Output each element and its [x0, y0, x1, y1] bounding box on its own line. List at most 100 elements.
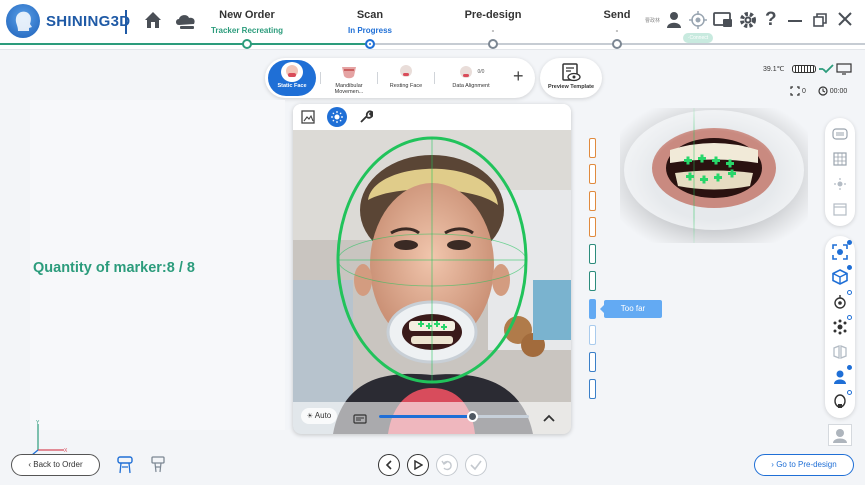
- tracker-tool-icon[interactable]: [830, 290, 852, 312]
- wrench-icon[interactable]: [359, 110, 374, 129]
- mode-label: Static Face: [277, 83, 307, 89]
- tracker-connection-pill: ·Connect: [683, 33, 713, 43]
- logo-head-icon: [6, 4, 40, 38]
- distance-bar: [589, 325, 596, 345]
- minimize-icon[interactable]: [788, 20, 802, 22]
- brightness-icon[interactable]: [327, 107, 347, 127]
- resting-face-icon: [395, 62, 417, 82]
- head-scan-icon[interactable]: [830, 390, 852, 412]
- distance-bar: [589, 164, 596, 184]
- home-icon[interactable]: [143, 11, 163, 34]
- step-dot-new-order[interactable]: [242, 39, 252, 49]
- scanner-icon[interactable]: [115, 455, 135, 480]
- step-dot-send[interactable]: [612, 39, 622, 49]
- status-temperature-row: 39.1℃: [763, 63, 852, 75]
- sun-icon: ☀: [306, 413, 314, 420]
- scan-mode-toolbar: Static Face Mandibular Movemen... Restin…: [265, 58, 535, 98]
- screen-record-icon[interactable]: [713, 11, 733, 34]
- frame-count-icon: [790, 86, 800, 96]
- mode-separator: [434, 72, 435, 84]
- close-icon[interactable]: [838, 12, 852, 31]
- capture-frame-icon[interactable]: [830, 240, 852, 262]
- monitor-icon: [836, 63, 852, 75]
- mirror-icon[interactable]: [830, 342, 850, 362]
- step-dot-predesign[interactable]: [488, 39, 498, 49]
- alignment-count: 0/0: [477, 69, 485, 75]
- settings-icon[interactable]: [739, 11, 757, 34]
- intraoral-view-icon[interactable]: [830, 124, 850, 144]
- marker-point-icon[interactable]: [830, 315, 852, 337]
- lighting-icon[interactable]: [830, 174, 850, 194]
- mode-mandibular-movement[interactable]: Mandibular Movemen...: [325, 60, 373, 96]
- scan-tool-column: [825, 236, 855, 418]
- calendar-icon[interactable]: [830, 199, 850, 219]
- exposure-icon: [353, 411, 367, 429]
- step-dot-scan[interactable]: [365, 39, 375, 49]
- mode-static-face[interactable]: Static Face: [268, 60, 316, 96]
- active-badge: [847, 240, 852, 245]
- user-icon[interactable]: [666, 11, 682, 34]
- scan-tip-icon[interactable]: [148, 455, 168, 480]
- camera-preview-panel: ☀ Auto: [293, 104, 571, 434]
- mode-resting-face[interactable]: Resting Face: [382, 60, 430, 96]
- undo-button[interactable]: [436, 454, 458, 476]
- workflow-progress-fill: [0, 43, 370, 45]
- distance-bar: [589, 191, 596, 211]
- view-tool-column: [825, 118, 855, 226]
- brand-name: SHINING3D: [46, 12, 131, 30]
- help-icon[interactable]: ?: [765, 9, 777, 31]
- step-status-send: -: [615, 26, 619, 35]
- face-capture-image: [293, 130, 571, 434]
- grid-view-icon[interactable]: [830, 149, 850, 169]
- active-badge: [847, 365, 852, 370]
- brand-logo: SHINING3D: [6, 4, 130, 38]
- chevron-left-icon: ‹: [28, 460, 32, 469]
- distance-bar: [589, 352, 596, 372]
- chevron-up-icon[interactable]: [543, 410, 555, 428]
- distance-bar: [589, 271, 596, 291]
- device-battery-icon: [792, 65, 817, 73]
- preview-template-button[interactable]: Preview Template: [540, 58, 602, 98]
- distance-bar: [589, 138, 596, 158]
- back-to-order-button[interactable]: ‹ Back to Order: [11, 454, 100, 476]
- camera-live-view[interactable]: [293, 130, 571, 434]
- preview-template-icon: [560, 63, 582, 83]
- inactive-badge: [847, 290, 852, 295]
- step-status-new-order: Tracker Recreating: [210, 26, 284, 35]
- exposure-slider[interactable]: [379, 411, 529, 422]
- tracker-icon[interactable]: [689, 11, 707, 34]
- image-icon[interactable]: [301, 110, 315, 129]
- timer-value: 00:00: [829, 87, 848, 95]
- play-button[interactable]: [407, 454, 429, 476]
- step-title-scan: Scan: [356, 9, 384, 21]
- exposure-slider-fill: [379, 415, 472, 418]
- cube-view-icon[interactable]: [830, 265, 852, 287]
- previous-button[interactable]: [378, 454, 400, 476]
- step-status-scan: In Progress: [347, 26, 392, 35]
- connected-check-icon: [819, 64, 835, 74]
- mode-data-alignment[interactable]: 0/0 Data Alignment: [443, 60, 499, 96]
- auto-exposure-button[interactable]: ☀ Auto: [301, 408, 337, 424]
- check-icon: [470, 460, 482, 471]
- person-icon[interactable]: [830, 365, 852, 387]
- confirm-button[interactable]: [465, 454, 487, 476]
- marker-quantity-label: Quantity of marker:8 / 8: [33, 260, 195, 276]
- alignment-icon: 0/0: [454, 62, 488, 82]
- svg-text:Y: Y: [36, 420, 40, 426]
- temperature-value: 39.1℃: [763, 65, 785, 73]
- distance-bar: [589, 217, 596, 237]
- exposure-slider-thumb[interactable]: [467, 411, 478, 422]
- add-mode-button[interactable]: +: [513, 66, 524, 87]
- logo-divider: [125, 10, 127, 34]
- avatar[interactable]: [828, 424, 852, 446]
- step-title-predesign: Pre-design: [464, 9, 522, 21]
- mode-separator: [377, 72, 378, 84]
- restore-icon[interactable]: [813, 13, 827, 32]
- go-to-predesign-button[interactable]: › Go to Pre-design: [754, 454, 854, 476]
- user-name: 曹政林: [645, 18, 661, 24]
- face-icon: [281, 62, 303, 82]
- mode-label: Mandibular Movemen...: [334, 83, 364, 95]
- distance-bar: [589, 379, 596, 399]
- go-to-predesign-label: Go to Pre-design: [776, 460, 837, 469]
- timer-icon: [818, 86, 828, 96]
